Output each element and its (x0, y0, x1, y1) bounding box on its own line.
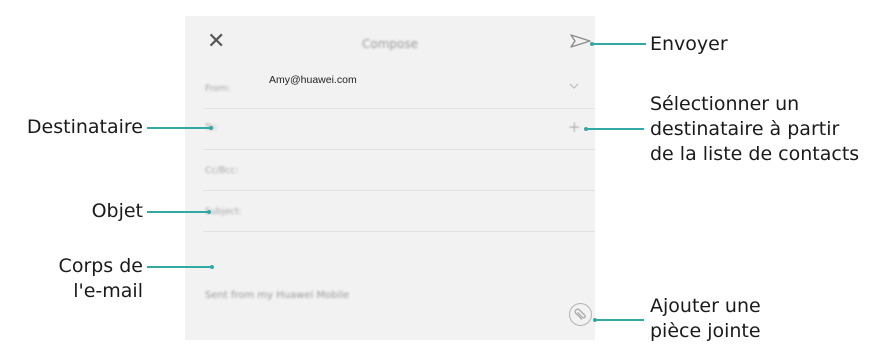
callout-line (586, 128, 644, 130)
cc-bcc-field[interactable]: Cc/Bcc: (205, 166, 238, 176)
paperclip-icon[interactable] (569, 303, 592, 326)
divider (203, 231, 595, 232)
compose-screen: ✕ Compose From: Amy@huawei.com To: + Cc/… (185, 16, 595, 340)
callout-line (592, 43, 646, 45)
callout-contacts-line: de la liste de contacts (650, 143, 860, 165)
callout-subject: Objet (91, 200, 143, 222)
from-label: From: (205, 84, 231, 94)
callout-line (147, 211, 209, 213)
divider (203, 190, 595, 191)
callout-dot (210, 265, 214, 269)
page-title: Compose (361, 37, 418, 51)
callout-dot (207, 210, 211, 214)
callout-line (595, 319, 644, 321)
send-icon[interactable] (569, 33, 593, 49)
callout-body: Corps de l'e-mail (0, 254, 143, 304)
from-field[interactable]: Amy@huawei.com (269, 74, 357, 86)
compose-toolbar: ✕ Compose (185, 16, 595, 72)
callout-body-line: l'e-mail (73, 280, 143, 302)
chevron-down-icon[interactable] (569, 82, 579, 90)
callout-attach-line: Ajouter une (650, 295, 761, 317)
callout-dot (209, 126, 213, 130)
callout-line (147, 266, 212, 268)
callout-body-line: Corps de (58, 255, 143, 277)
callout-attach: Ajouter une pièce jointe (650, 294, 761, 344)
email-body[interactable]: Sent from my Huawei Mobile (205, 290, 349, 301)
callout-send: Envoyer (650, 33, 728, 55)
callout-line (147, 127, 211, 129)
plus-icon[interactable]: + (568, 120, 581, 135)
callout-contacts-line: Sélectionner un (650, 93, 800, 115)
divider (203, 149, 595, 150)
callout-attach-line: pièce jointe (650, 320, 761, 342)
divider (203, 108, 595, 109)
callout-recipient: Destinataire (26, 116, 143, 138)
callout-contacts: Sélectionner un destinataire à partir de… (650, 92, 859, 167)
callout-contacts-line: destinataire à partir (650, 118, 840, 140)
